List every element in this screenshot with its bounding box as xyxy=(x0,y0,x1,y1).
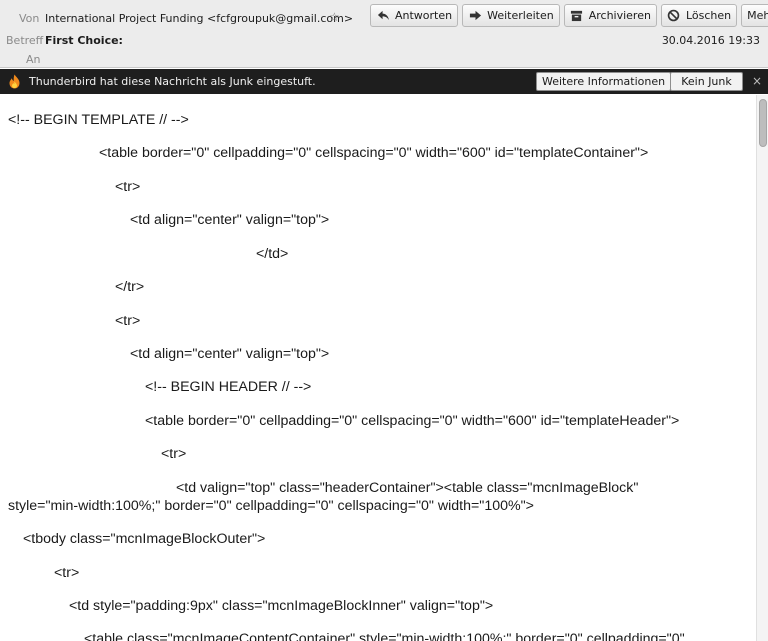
no-entry-icon xyxy=(667,9,681,23)
body-line: <td valign="top" class="headerContainer"… xyxy=(176,480,639,496)
archive-button[interactable]: Archivieren xyxy=(563,4,657,27)
message-date: 30.04.2016 19:33 xyxy=(661,34,760,47)
close-icon[interactable]: × xyxy=(752,74,762,88)
forward-arrow-icon xyxy=(468,9,482,23)
message-header: Von International Project Funding <fcfgr… xyxy=(0,0,768,68)
reply-label: Antworten xyxy=(395,9,453,22)
junk-message: Thunderbird hat diese Nachricht als Junk… xyxy=(29,75,316,88)
not-junk-button[interactable]: Kein Junk xyxy=(670,72,743,91)
junk-notification-bar: Thunderbird hat diese Nachricht als Junk… xyxy=(0,69,768,94)
message-body[interactable]: <!-- BEGIN TEMPLATE // --> <table border… xyxy=(0,95,756,641)
body-line: </td> xyxy=(256,246,289,262)
subject-label: Betreff xyxy=(6,34,44,47)
body-line: <table class="mcnImageContentContainer" … xyxy=(84,631,685,641)
flame-icon xyxy=(9,74,20,89)
reply-button[interactable]: Antworten xyxy=(370,4,459,27)
from-label: Von xyxy=(19,12,40,25)
body-line: <table border="0" cellpadding="0" cellsp… xyxy=(99,145,649,161)
body-line: </tr> xyxy=(115,279,145,295)
forward-label: Weiterleiten xyxy=(487,9,554,22)
body-line: <!-- BEGIN TEMPLATE // --> xyxy=(8,112,189,128)
subject-value: First Choice: xyxy=(45,34,123,47)
more-label: Mehr xyxy=(747,9,768,22)
archive-box-icon xyxy=(570,9,584,23)
delete-label: Löschen xyxy=(685,9,732,22)
body-line: <td align="center" valign="top"> xyxy=(130,212,330,228)
star-icon[interactable]: ☆ xyxy=(329,10,340,24)
body-line: style="min-width:100%;" border="0" cellp… xyxy=(8,498,534,514)
archive-label: Archivieren xyxy=(588,9,651,22)
more-button[interactable]: Mehr ▼ xyxy=(741,4,768,27)
body-line: <tr> xyxy=(115,179,141,195)
body-line: <tr> xyxy=(161,446,187,462)
to-label: An xyxy=(26,53,41,66)
vertical-scrollbar[interactable] xyxy=(756,95,768,641)
body-line: <!-- BEGIN HEADER // --> xyxy=(145,379,312,395)
body-line: <tbody class="mcnImageBlockOuter"> xyxy=(23,531,266,547)
delete-button[interactable]: Löschen xyxy=(660,4,738,27)
scrollbar-thumb[interactable] xyxy=(759,99,767,147)
body-line: <td style="padding:9px" class="mcnImageB… xyxy=(69,598,494,614)
from-address[interactable]: International Project Funding <fcfgroupu… xyxy=(45,12,353,25)
body-line: <table border="0" cellpadding="0" cellsp… xyxy=(145,413,680,429)
message-toolbar: Antworten Weiterleiten Archivieren Lösch… xyxy=(370,4,768,27)
body-line: <td align="center" valign="top"> xyxy=(130,346,330,362)
forward-button[interactable]: Weiterleiten xyxy=(462,4,560,27)
body-line: <tr> xyxy=(115,313,141,329)
more-info-button[interactable]: Weitere Informationen xyxy=(536,72,672,91)
body-line: <tr> xyxy=(54,565,80,581)
reply-arrow-icon xyxy=(376,9,390,23)
